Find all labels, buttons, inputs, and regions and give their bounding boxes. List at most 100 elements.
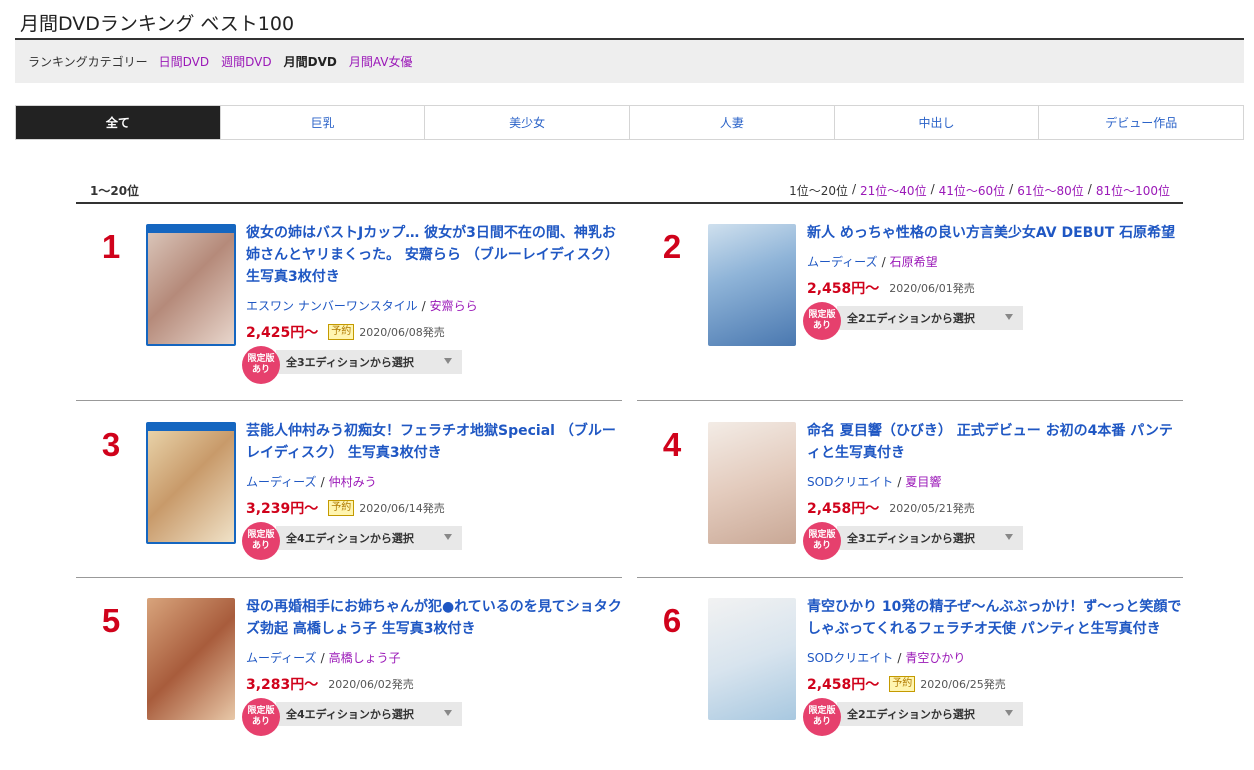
edition-select[interactable]: 全4エディションから選択 [276, 702, 462, 726]
chevron-down-icon [1005, 314, 1013, 320]
price: 3,239円〜 [246, 501, 319, 517]
category-bar-label: ランキングカテゴリー [28, 55, 148, 69]
range-page-3-link[interactable]: 41位〜60位 [939, 182, 1006, 199]
product-thumbnail[interactable] [147, 598, 235, 720]
limited-edition-badge: 限定版 あり [803, 522, 841, 560]
tab-all[interactable]: 全て [16, 106, 220, 139]
maker-link[interactable]: エスワン ナンバーワンスタイル [246, 299, 418, 313]
maker-link[interactable]: SODクリエイト [807, 651, 893, 665]
range-separator: / [851, 182, 857, 196]
product-title-link[interactable]: 青空ひかり 10発の精子ぜ〜んぶぶっかけ！ず〜っと笑顔でしゃぶってくれるフェラチ… [807, 596, 1183, 640]
release-date: 2020/06/25発売 [920, 678, 1006, 691]
rank-number: 1 [101, 228, 121, 265]
edition-select-label: 全4エディションから選択 [286, 708, 414, 721]
range-separator: / [930, 182, 935, 196]
meta-separator: / [881, 255, 886, 269]
limited-edition-badge: 限定版 あり [242, 346, 280, 384]
page-title: 月間DVDランキング ベスト100 [20, 13, 295, 35]
tab-debut[interactable]: デビュー作品 [1038, 106, 1244, 139]
ranking-item: 3 芸能人仲村みう初痴女！フェラチオ地獄Special （ブルーレイディスク） … [76, 420, 622, 570]
ranking-item: 4 命名 夏目響（ひびき） 正式デビュー お初の4本番 パンティと生写真付き S… [637, 420, 1183, 570]
actress-link[interactable]: 青空ひかり [905, 651, 965, 665]
rank-number: 5 [101, 602, 121, 639]
release-date: 2020/06/02発売 [328, 678, 414, 691]
meta-separator: / [897, 475, 902, 489]
limited-edition-badge: 限定版 あり [242, 698, 280, 736]
range-page-1: 1位〜20位 [789, 184, 848, 198]
chevron-down-icon [444, 534, 452, 540]
edition-select-label: 全2エディションから選択 [847, 312, 975, 325]
product-title-link[interactable]: 芸能人仲村みう初痴女！フェラチオ地獄Special （ブルーレイディスク） 生写… [246, 420, 622, 464]
product-title-link[interactable]: 命名 夏目響（ひびき） 正式デビュー お初の4本番 パンティと生写真付き [807, 420, 1183, 464]
product-thumbnail[interactable] [146, 422, 236, 544]
price: 2,425円〜 [246, 325, 319, 341]
category-link-monthly-dvd[interactable]: 月間DVD [284, 53, 337, 70]
category-link-monthly-actress[interactable]: 月間AV女優 [349, 53, 413, 70]
row-divider [76, 400, 622, 401]
reserve-badge: 予約 [328, 324, 355, 340]
row-divider [637, 400, 1183, 401]
product-thumbnail[interactable] [708, 422, 796, 544]
edition-select[interactable]: 全4エディションから選択 [276, 526, 462, 550]
ranking-item: 1 彼女の姉はバストJカップ… 彼女が3日間不在の間、神乳お姉さんとヤリまくった… [76, 222, 622, 384]
price: 2,458円〜 [807, 501, 880, 517]
tab-married-woman[interactable]: 人妻 [629, 106, 834, 139]
limited-edition-badge: 限定版 あり [803, 302, 841, 340]
limited-edition-badge: 限定版 あり [242, 522, 280, 560]
range-divider [76, 202, 1183, 204]
meta-separator: / [897, 651, 902, 665]
edition-select-label: 全3エディションから選択 [847, 532, 975, 545]
row-divider [637, 577, 1183, 578]
edition-select[interactable]: 全3エディションから選択 [837, 526, 1023, 550]
maker-link[interactable]: ムーディーズ [246, 651, 317, 665]
rank-number: 6 [662, 602, 682, 639]
chevron-down-icon [1005, 710, 1013, 716]
actress-link[interactable]: 高橋しょう子 [329, 651, 401, 665]
product-thumbnail[interactable] [708, 598, 796, 720]
price: 2,458円〜 [807, 281, 880, 297]
actress-link[interactable]: 夏目響 [905, 475, 941, 489]
range-page-5-link[interactable]: 81位〜100位 [1096, 182, 1170, 199]
product-thumbnail[interactable] [708, 224, 796, 346]
reserve-badge: 予約 [889, 676, 916, 692]
release-date: 2020/06/08発売 [359, 326, 445, 339]
product-title-link[interactable]: 新人 めっちゃ性格の良い方言美少女AV DEBUT 石原希望 [807, 222, 1183, 244]
actress-link[interactable]: 仲村みう [329, 475, 377, 489]
edition-select-label: 全4エディションから選択 [286, 532, 414, 545]
release-date: 2020/06/14発売 [359, 502, 445, 515]
range-separator: / [1009, 182, 1014, 196]
maker-link[interactable]: ムーディーズ [246, 475, 317, 489]
edition-select[interactable]: 全2エディションから選択 [837, 306, 1023, 330]
meta-separator: / [320, 651, 325, 665]
limited-edition-badge: 限定版 あり [803, 698, 841, 736]
tab-pretty-girl[interactable]: 美少女 [424, 106, 630, 139]
price: 3,283円〜 [246, 677, 319, 693]
tab-big-breasts[interactable]: 巨乳 [219, 106, 425, 139]
genre-tabs: 全て 巨乳 美少女 人妻 中出し デビュー作品 [15, 105, 1244, 140]
range-page-2-link[interactable]: 21位〜40位 [860, 182, 927, 199]
current-range-label: 1〜20位 [90, 184, 140, 198]
product-title-link[interactable]: 彼女の姉はバストJカップ… 彼女が3日間不在の間、神乳お姉さんとヤリまくった。 … [246, 222, 622, 288]
actress-link[interactable]: 安齋らら [430, 299, 478, 313]
category-link-weekly-dvd[interactable]: 週間DVD [221, 53, 271, 70]
actress-link[interactable]: 石原希望 [890, 255, 938, 269]
edition-select[interactable]: 全2エディションから選択 [837, 702, 1023, 726]
category-link-daily-dvd[interactable]: 日間DVD [159, 53, 209, 70]
tab-creampie[interactable]: 中出し [833, 106, 1039, 139]
product-title-link[interactable]: 母の再婚相手にお姉ちゃんが犯●れているのを見てショタクズ勃起 高橋しょう子 生写… [246, 596, 622, 640]
range-page-4-link[interactable]: 61位〜80位 [1017, 182, 1084, 199]
category-bar: ランキングカテゴリー 日間DVD 週間DVD 月間DVD 月間AV女優 [15, 40, 1244, 83]
maker-link[interactable]: SODクリエイト [807, 475, 893, 489]
ranking-item: 2 新人 めっちゃ性格の良い方言美少女AV DEBUT 石原希望 ムーディーズ /… [637, 222, 1183, 382]
edition-select[interactable]: 全3エディションから選択 [276, 350, 462, 374]
chevron-down-icon [444, 710, 452, 716]
maker-link[interactable]: ムーディーズ [807, 255, 878, 269]
ranking-item: 6 青空ひかり 10発の精子ぜ〜んぶぶっかけ！ず〜っと笑顔でしゃぶってくれるフェ… [637, 596, 1183, 766]
edition-select-label: 全2エディションから選択 [847, 708, 975, 721]
meta-separator: / [421, 299, 426, 313]
ranking-item: 5 母の再婚相手にお姉ちゃんが犯●れているのを見てショタクズ勃起 高橋しょう子 … [76, 596, 622, 746]
release-date: 2020/06/01発売 [889, 282, 975, 295]
rank-number: 3 [101, 426, 121, 463]
rank-number: 4 [662, 426, 682, 463]
product-thumbnail[interactable] [146, 224, 236, 346]
